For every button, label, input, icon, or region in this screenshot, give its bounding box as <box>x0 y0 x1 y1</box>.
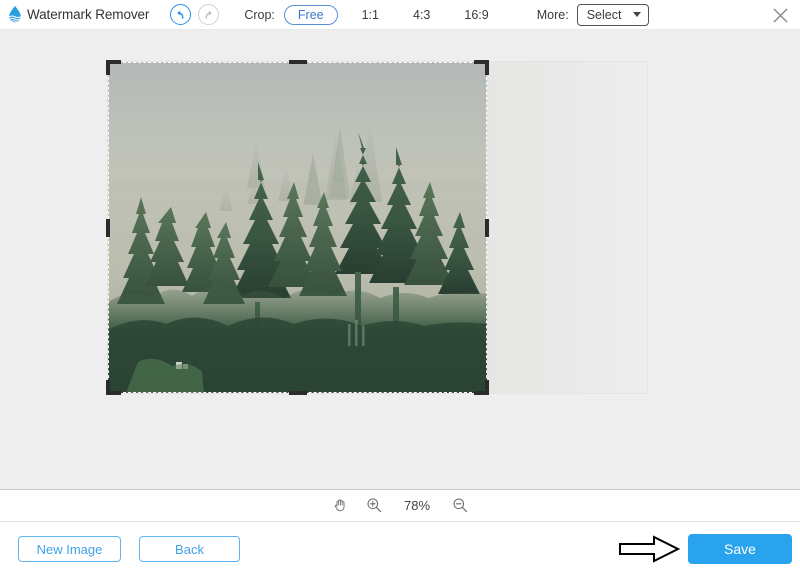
chevron-down-icon <box>632 12 641 17</box>
app-title: Watermark Remover <box>27 7 150 22</box>
crop-handle-bottom[interactable] <box>288 391 307 395</box>
new-image-button[interactable]: New Image <box>18 536 121 562</box>
zoom-out-icon[interactable] <box>452 497 468 513</box>
water-drop-icon <box>4 4 26 26</box>
more-select-value: Select <box>586 7 622 22</box>
crop-label: Crop: <box>244 7 275 22</box>
crop-handle-bottom-right[interactable] <box>474 380 489 395</box>
back-button[interactable]: Back <box>139 536 240 562</box>
watermark-remover-window: Watermark Remover Crop: Free 1:1 4:3 16:… <box>0 0 800 569</box>
crop-handle-right[interactable] <box>485 218 489 237</box>
more-group: More: Select <box>536 3 649 26</box>
zoom-toolbar: 78% <box>0 489 800 521</box>
crop-ratio-1-1[interactable]: 1:1 <box>356 8 385 22</box>
hand-tool-icon[interactable] <box>332 497 348 513</box>
crop-handle-top-left[interactable] <box>106 60 121 75</box>
image-canvas[interactable] <box>106 60 647 395</box>
right-arrow-annotation <box>618 534 681 564</box>
save-button[interactable]: Save <box>688 534 792 564</box>
zoom-in-icon[interactable] <box>366 497 382 513</box>
crop-selection[interactable] <box>106 60 489 395</box>
history-buttons <box>170 4 220 25</box>
undo-arrow-icon[interactable] <box>170 4 192 25</box>
close-icon[interactable] <box>769 4 791 26</box>
crop-handle-bottom-left[interactable] <box>106 380 121 395</box>
crop-handle-top-right[interactable] <box>474 60 489 75</box>
redo-arrow-icon[interactable] <box>198 4 220 25</box>
more-label: More: <box>536 7 569 22</box>
brand: Watermark Remover <box>4 4 149 26</box>
crop-handle-left[interactable] <box>106 218 110 237</box>
canvas-blank-area <box>487 62 647 393</box>
crop-ratio-16-9[interactable]: 16:9 <box>458 8 494 22</box>
crop-ratio-4-3[interactable]: 4:3 <box>407 8 436 22</box>
crop-ratio-group: Crop: Free 1:1 4:3 16:9 <box>244 4 517 25</box>
crop-ratio-list: Free 1:1 4:3 16:9 <box>283 4 517 25</box>
crop-handle-top[interactable] <box>288 60 307 64</box>
more-select-dropdown[interactable]: Select <box>576 3 649 26</box>
crop-ratio-free[interactable]: Free <box>283 4 338 25</box>
crop-selection-border <box>108 62 487 393</box>
zoom-level-value: 78% <box>403 497 431 513</box>
app-header: Watermark Remover Crop: Free 1:1 4:3 16:… <box>0 0 800 30</box>
editor-workspace <box>0 30 800 489</box>
